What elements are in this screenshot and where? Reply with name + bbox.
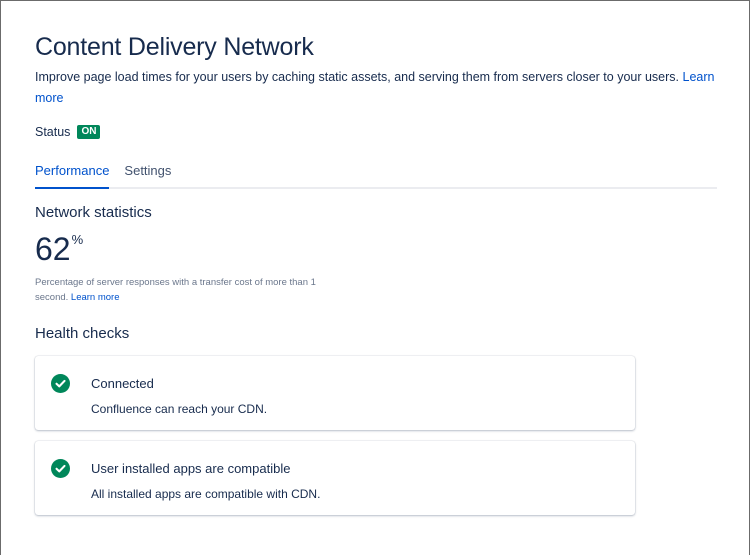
page-description: Improve page load times for your users b… <box>35 67 725 109</box>
tab-performance[interactable]: Performance <box>35 163 110 189</box>
tab-settings[interactable]: Settings <box>124 163 171 187</box>
status-row: Status ON <box>35 125 725 139</box>
check-circle-icon <box>51 459 70 478</box>
status-badge: ON <box>77 125 101 139</box>
health-check-card: User installed apps are compatible All i… <box>35 441 635 515</box>
stat-number: 62 <box>35 231 71 267</box>
page-title: Content Delivery Network <box>35 33 314 61</box>
stat-unit: % <box>71 232 84 247</box>
network-statistics-heading: Network statistics <box>35 204 152 221</box>
cdn-settings-page: Content Delivery Network Improve page lo… <box>35 32 725 515</box>
network-stat-description: Percentage of server responses with a tr… <box>35 275 345 305</box>
health-checks-heading: Health checks <box>35 325 130 342</box>
health-check-title: Connected <box>91 376 154 391</box>
health-check-text: All installed apps are compatible with C… <box>91 487 321 501</box>
health-check-title: User installed apps are compatible <box>91 461 291 476</box>
check-circle-icon <box>51 374 70 393</box>
page-description-text: Improve page load times for your users b… <box>35 70 680 84</box>
network-stat-value: 62% <box>35 231 725 267</box>
health-check-card: Connected Confluence can reach your CDN. <box>35 356 635 430</box>
status-label: Status <box>35 125 71 139</box>
stat-learn-more-link[interactable]: Learn more <box>71 292 120 303</box>
health-check-text: Confluence can reach your CDN. <box>91 402 268 416</box>
tab-bar: Performance Settings <box>35 163 717 189</box>
